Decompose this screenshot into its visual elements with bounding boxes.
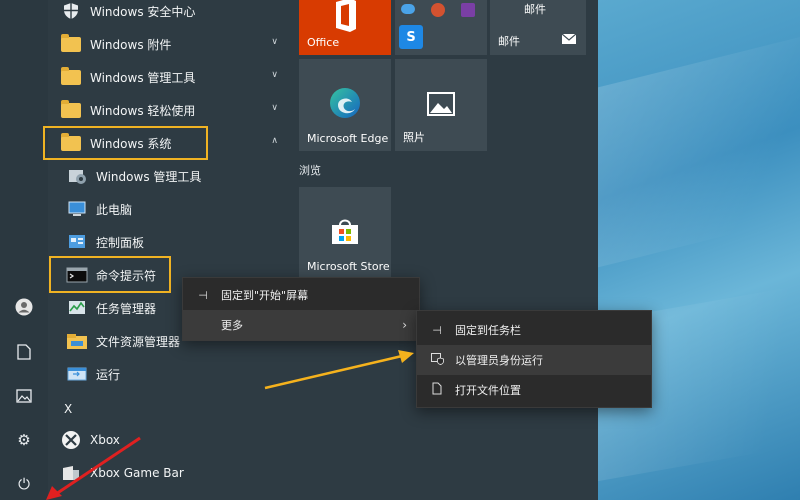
chevron-down-icon: ∨	[271, 103, 278, 113]
tile-office[interactable]: Office	[299, 0, 391, 55]
highlight-windows-system	[43, 126, 208, 160]
skype-icon: S	[399, 25, 423, 49]
app-control-panel[interactable]: 控制面板	[48, 227, 288, 257]
user-icon[interactable]	[12, 295, 36, 319]
explorer-icon	[66, 330, 88, 352]
document-icon[interactable]	[12, 340, 36, 364]
app-admin-tools[interactable]: Windows 管理工具	[48, 161, 288, 191]
gear-icon[interactable]: ⚙	[12, 428, 36, 452]
power-icon[interactable]: ⏻	[12, 472, 36, 496]
app-folder-accessories[interactable]: Windows 附件 ∨	[48, 29, 288, 59]
tile-label-mail-top: 邮件	[524, 3, 546, 16]
app-run[interactable]: 运行	[48, 359, 288, 389]
app-label: 运行	[96, 367, 121, 382]
app-label: Windows 管理工具	[90, 70, 196, 85]
tile-label: Microsoft Edge	[307, 132, 389, 145]
tile-app-group[interactable]: S	[395, 0, 487, 55]
xbox-game-bar-icon	[60, 462, 82, 484]
chevron-right-icon: ›	[402, 318, 407, 332]
tile-mail[interactable]: 邮件 邮件	[490, 0, 586, 55]
chevron-down-icon: ∨	[271, 70, 278, 80]
app-label: Windows 轻松使用	[90, 103, 196, 118]
menu-item-label: 固定到"开始"屏幕	[221, 289, 309, 302]
store-icon	[330, 217, 360, 248]
run-icon	[66, 363, 88, 385]
left-rail: ⚙ ⏻	[0, 0, 48, 500]
tile-label: Office	[307, 36, 340, 49]
app-label: 任务管理器	[96, 301, 157, 316]
menu-item-label: 打开文件位置	[455, 384, 521, 397]
admin-shield-icon	[429, 352, 445, 368]
menu-item-run-as-admin[interactable]: 以管理员身份运行	[417, 345, 651, 375]
app-this-pc[interactable]: 此电脑	[48, 194, 288, 224]
app-xbox-game-bar[interactable]: Xbox Game Bar	[48, 458, 288, 488]
pin-icon: ⊣	[432, 323, 442, 337]
menu-item-open-file-location[interactable]: 打开文件位置	[417, 375, 651, 405]
mail-icon	[561, 33, 577, 47]
task-manager-icon	[66, 297, 88, 319]
onedrive-icon	[401, 4, 415, 14]
tile-store[interactable]: Microsoft Store	[299, 187, 391, 279]
tile-label: Microsoft Store	[307, 260, 390, 273]
start-menu: ⚙ ⏻ Windows 安全中心 Windows 附件 ∨ Windows 管理…	[0, 0, 598, 500]
admin-tools-icon	[66, 165, 88, 187]
app-windows-security[interactable]: Windows 安全中心	[48, 0, 288, 26]
pin-icon: ⊣	[198, 288, 208, 302]
edge-icon	[329, 87, 361, 122]
folder-icon	[60, 66, 82, 88]
app-label: Windows 安全中心	[90, 4, 196, 19]
folder-icon	[60, 33, 82, 55]
app-label: 此电脑	[96, 202, 133, 217]
tile-label: 照片	[403, 131, 425, 144]
app-label: Xbox Game Bar	[90, 466, 184, 480]
app-label: Windows 管理工具	[96, 169, 202, 184]
xbox-icon	[60, 429, 82, 451]
powerpoint-icon	[431, 3, 445, 17]
onenote-icon	[461, 3, 475, 17]
computer-icon	[66, 198, 88, 220]
app-xbox[interactable]: Xbox	[48, 425, 288, 455]
app-folder-admin-tools[interactable]: Windows 管理工具 ∨	[48, 62, 288, 92]
app-label: Windows 附件	[90, 37, 172, 52]
app-list: Windows 安全中心 Windows 附件 ∨ Windows 管理工具 ∨…	[48, 0, 290, 500]
menu-item-label: 以管理员身份运行	[455, 354, 543, 367]
pictures-icon[interactable]	[12, 384, 36, 408]
letter-header-x[interactable]: X	[48, 394, 288, 424]
photos-icon	[427, 92, 455, 119]
app-label: Xbox	[90, 433, 120, 447]
shield-icon	[60, 0, 82, 22]
desktop-wallpaper	[598, 0, 800, 500]
menu-item-more[interactable]: 更多 ›	[183, 310, 419, 340]
control-panel-icon	[66, 231, 88, 253]
office-icon	[332, 0, 358, 35]
chevron-up-icon: ∧	[271, 136, 278, 146]
tile-photos[interactable]: 照片	[395, 59, 487, 151]
chevron-down-icon: ∨	[271, 37, 278, 47]
menu-item-pin-to-taskbar[interactable]: ⊣ 固定到任务栏	[417, 315, 651, 345]
folder-icon	[60, 99, 82, 121]
context-menu: ⊣ 固定到"开始"屏幕 更多 ›	[182, 277, 420, 341]
app-folder-ease-of-access[interactable]: Windows 轻松使用 ∨	[48, 95, 288, 125]
tile-edge[interactable]: Microsoft Edge	[299, 59, 391, 151]
menu-item-label: 更多	[221, 319, 243, 332]
tile-group-label: 浏览	[299, 164, 321, 177]
letter-label: X	[64, 402, 73, 416]
app-label: 控制面板	[96, 235, 145, 250]
menu-item-pin-to-start[interactable]: ⊣ 固定到"开始"屏幕	[183, 280, 419, 310]
submenu: ⊣ 固定到任务栏 以管理员身份运行 打开文件位置	[416, 310, 652, 408]
tile-label: 邮件	[498, 35, 520, 48]
folder-location-icon	[429, 382, 445, 398]
highlight-command-prompt	[49, 256, 171, 293]
menu-item-label: 固定到任务栏	[455, 324, 521, 337]
app-label: 文件资源管理器	[96, 334, 181, 349]
